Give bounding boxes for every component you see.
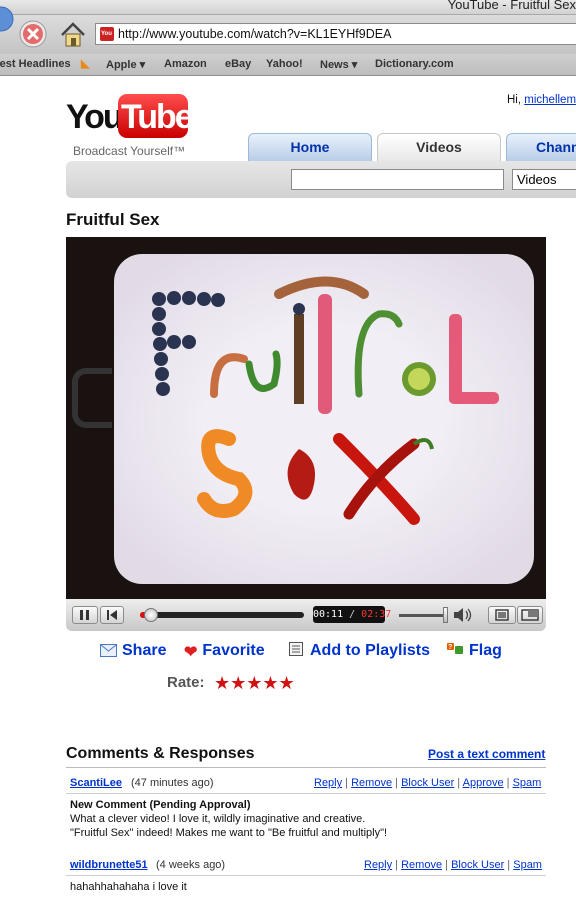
video-title: Fruitful Sex — [66, 210, 160, 229]
svg-text:?: ? — [448, 644, 452, 651]
cutting-board-handle — [72, 368, 112, 428]
comment-text-line: hahahhahahaha i love it — [70, 881, 187, 893]
rating-stars[interactable]: ★★★★★ — [214, 673, 295, 694]
video-frame-art — [152, 276, 499, 525]
tab-home[interactable]: Home — [248, 133, 372, 161]
home-icon[interactable] — [58, 19, 88, 49]
bookmark-yahoo[interactable]: Yahoo! — [266, 58, 303, 70]
block-user-link[interactable]: Block User — [401, 777, 454, 789]
reply-link[interactable]: Reply — [314, 777, 342, 789]
tab-videos[interactable]: Videos — [377, 133, 501, 161]
reload-icon[interactable] — [0, 4, 16, 34]
remove-link[interactable]: Remove — [401, 859, 442, 871]
time-display: 00:11 / 02:37 — [313, 606, 391, 623]
username-link[interactable]: michellem — [524, 94, 576, 106]
approve-link[interactable]: Approve — [463, 777, 504, 789]
comment-author[interactable]: wildbrunette51 — [70, 859, 148, 871]
flag-icon: ? — [446, 642, 464, 662]
volume-track[interactable] — [399, 614, 445, 617]
comment-time: (4 weeks ago) — [156, 859, 226, 871]
rss-icon: ◣ — [81, 58, 90, 70]
favorite-link[interactable]: ❤ Favorite — [184, 642, 265, 662]
progress-track[interactable] — [140, 612, 304, 618]
add-to-playlists-link[interactable]: Add to Playlists — [289, 642, 430, 662]
bookmarks-bar: test Headlines ◣ Apple ▾ Amazon eBay Yah… — [0, 54, 576, 76]
window-title: YouTube - Fruitful Sex — [447, 0, 576, 12]
comment-divider — [66, 875, 546, 876]
fullscreen-button[interactable] — [517, 606, 543, 624]
remove-link[interactable]: Remove — [351, 777, 392, 789]
video-frame[interactable] — [114, 254, 534, 584]
comment-actions: Reply | Remove | Block User | Approve | … — [314, 777, 542, 789]
post-comment-link[interactable]: Post a text comment — [428, 747, 545, 761]
window-titlebar: YouTube - Fruitful Sex — [0, 0, 576, 15]
fullscreen-icon — [521, 609, 539, 621]
user-greeting: Hi, michellem — [507, 94, 576, 106]
bookmark-amazon[interactable]: Amazon — [164, 58, 207, 70]
bookmark-ebay[interactable]: eBay — [225, 58, 251, 70]
bookmark-top-headlines[interactable]: test Headlines — [0, 58, 71, 70]
tagline: Broadcast Yourself™ — [73, 144, 186, 158]
stop-icon[interactable] — [18, 19, 48, 49]
bookmark-apple[interactable]: Apple ▾ — [106, 58, 145, 71]
comment-divider — [66, 793, 546, 794]
flag-link[interactable]: ? Flag — [446, 642, 502, 662]
comments-heading: Comments & Responses — [66, 745, 255, 762]
block-user-link[interactable]: Block User — [451, 859, 504, 871]
spam-link[interactable]: Spam — [513, 859, 542, 871]
volume-slider[interactable] — [443, 607, 448, 623]
bookmark-dictionary[interactable]: Dictionary.com — [375, 58, 454, 70]
youtube-favicon-icon: You — [100, 27, 114, 41]
comment-actions: Reply | Remove | Block User | Spam — [364, 859, 542, 871]
comments-divider — [66, 767, 546, 768]
url-text[interactable]: http://www.youtube.com/watch?v=KL1EYHf9D… — [118, 27, 391, 41]
reply-link[interactable]: Reply — [364, 859, 392, 871]
comment-time: (47 minutes ago) — [131, 777, 214, 789]
heart-icon: ❤ — [184, 644, 198, 661]
share-link[interactable]: Share — [100, 642, 166, 662]
spam-link[interactable]: Spam — [513, 777, 542, 789]
comment-author[interactable]: ScantiLee — [70, 777, 122, 789]
comment-text-line: "Fruitful Sex" indeed! Makes me want to … — [70, 827, 388, 839]
youtube-logo[interactable]: You Tube — [66, 94, 194, 144]
search-scope-select[interactable]: Videos — [512, 169, 576, 190]
playlist-icon — [289, 642, 305, 662]
volume-icon[interactable] — [452, 605, 474, 630]
player-controls — [66, 599, 546, 631]
comment-text-line: What a clever video! I love it, wildly i… — [70, 813, 366, 825]
window-size-icon — [495, 609, 509, 621]
rate-label: Rate: — [167, 674, 205, 691]
progress-scrubber[interactable] — [144, 608, 158, 622]
address-bar[interactable]: You http://www.youtube.com/watch?v=KL1EY… — [95, 23, 576, 45]
normal-size-button[interactable] — [488, 606, 516, 624]
pause-button[interactable] — [72, 606, 98, 624]
skip-back-icon — [107, 610, 117, 620]
envelope-icon — [100, 644, 117, 662]
search-input[interactable] — [291, 169, 504, 190]
pause-icon — [80, 610, 89, 620]
bookmark-news[interactable]: News ▾ — [320, 58, 357, 71]
tab-channels[interactable]: Chann — [506, 133, 576, 161]
comment-status: New Comment (Pending Approval) — [70, 799, 251, 811]
rewind-button[interactable] — [100, 606, 124, 624]
